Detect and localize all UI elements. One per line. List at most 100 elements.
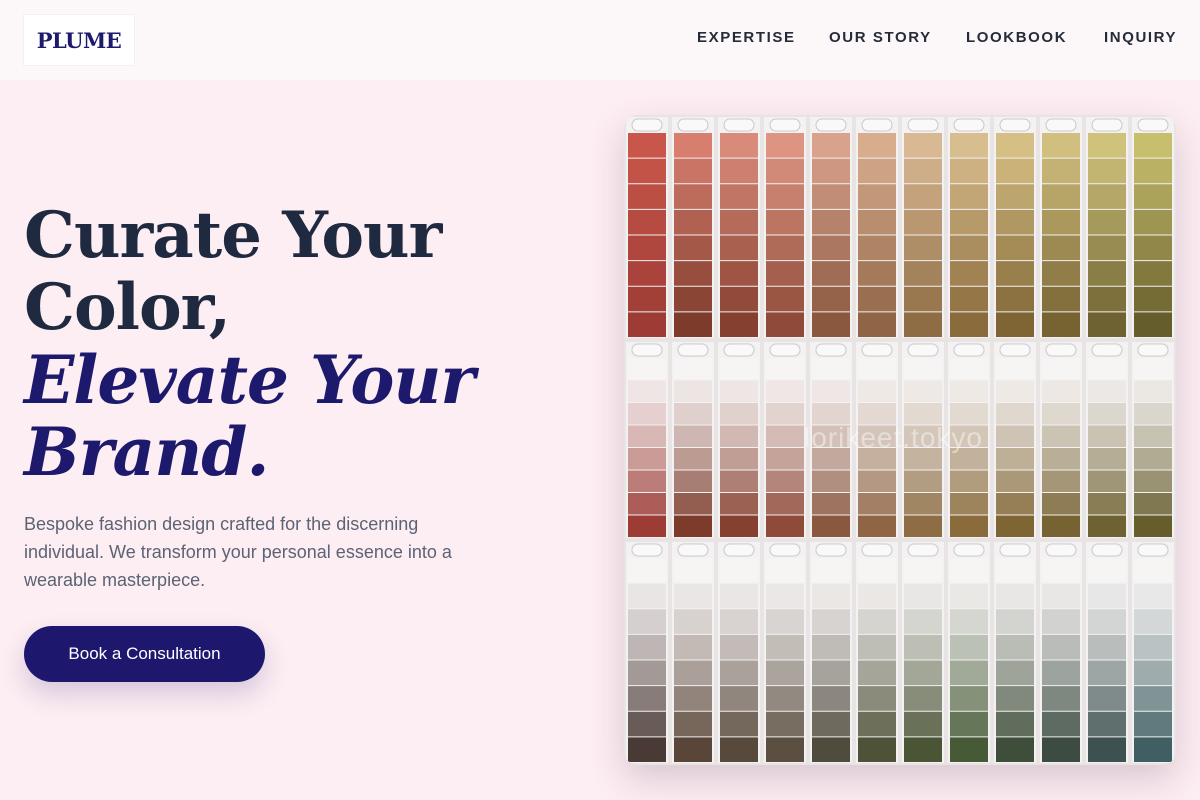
swatch-chip <box>812 660 850 686</box>
swatch-chip <box>858 261 896 286</box>
swatch-chip <box>1088 403 1126 425</box>
swatch-clip <box>907 543 939 557</box>
swatch-clip <box>723 543 755 557</box>
swatch-chip <box>766 184 804 209</box>
nav-item-expertise[interactable]: EXPERTISE <box>697 29 796 46</box>
nav-item-inquiry[interactable]: INQUIRY <box>1104 29 1177 46</box>
swatch-chip <box>1088 558 1126 583</box>
swatch-chip <box>766 286 804 312</box>
swatch-chip <box>950 737 988 762</box>
swatch-chip <box>1088 686 1126 711</box>
swatch-chip <box>674 634 712 660</box>
swatch-chip <box>674 583 712 609</box>
swatch-chip <box>950 686 988 711</box>
swatch-clip <box>861 543 893 557</box>
swatch-chip <box>766 660 804 686</box>
swatch-clip <box>769 343 801 357</box>
swatch-chip <box>996 158 1034 184</box>
swatch-chip <box>1042 380 1080 402</box>
swatch-chip <box>1088 660 1126 686</box>
swatch-chip <box>812 184 850 209</box>
swatch-clip <box>723 118 755 132</box>
swatch-chip <box>950 158 988 184</box>
swatch-chip <box>766 261 804 286</box>
swatch-chip <box>674 558 712 583</box>
swatch-chip <box>766 515 804 537</box>
main-nav: EXPERTISE OUR STORY LOOKBOOK INQUIRY <box>0 0 1200 80</box>
swatch-clip <box>1137 343 1169 357</box>
swatch-clip <box>1045 343 1077 357</box>
swatch-chip <box>858 312 896 337</box>
swatch-chip <box>628 380 666 402</box>
swatch-chip <box>1134 209 1172 235</box>
swatch-chip <box>720 737 758 762</box>
swatch-chip <box>1134 235 1172 261</box>
swatch-chip <box>996 133 1034 158</box>
swatch-chip <box>858 235 896 261</box>
swatch-chip <box>1134 133 1172 158</box>
swatch-chip <box>1088 312 1126 337</box>
swatch-chip <box>812 286 850 312</box>
swatch-chip <box>766 737 804 762</box>
swatch-chip <box>1088 209 1126 235</box>
swatch-chip <box>1042 133 1080 158</box>
swatch-clip <box>723 343 755 357</box>
swatch-chip <box>950 470 988 492</box>
swatch-chip <box>1088 711 1126 737</box>
swatch-chip <box>1042 583 1080 609</box>
swatch-chip <box>628 448 666 470</box>
swatch-chip <box>996 609 1034 634</box>
swatch-chip <box>628 425 666 447</box>
book-consultation-button[interactable]: Book a Consultation <box>24 626 265 682</box>
swatch-chip <box>1088 235 1126 261</box>
swatch-chip <box>812 133 850 158</box>
swatch-clip <box>861 343 893 357</box>
swatch-chip <box>628 634 666 660</box>
swatch-chip <box>858 583 896 609</box>
swatch-chip <box>628 133 666 158</box>
swatch-chip <box>858 209 896 235</box>
swatch-clip <box>999 543 1031 557</box>
swatch-clip <box>1091 343 1123 357</box>
swatch-chip <box>996 493 1034 515</box>
swatch-chip <box>628 286 666 312</box>
headline-italic-1: Elevate Your <box>24 341 475 419</box>
swatch-chip <box>1088 448 1126 470</box>
swatch-chip <box>1042 158 1080 184</box>
swatch-clip <box>677 543 709 557</box>
swatch-chip <box>674 209 712 235</box>
swatch-clip <box>953 543 985 557</box>
swatch-chip <box>950 209 988 235</box>
swatch-chip <box>720 133 758 158</box>
swatch-clip <box>631 118 663 132</box>
swatch-chip <box>628 403 666 425</box>
swatch-chip <box>628 312 666 337</box>
swatch-clip <box>999 343 1031 357</box>
swatch-chip <box>720 686 758 711</box>
swatch-chip <box>858 515 896 537</box>
nav-item-lookbook[interactable]: LOOKBOOK <box>966 29 1067 46</box>
swatch-chip <box>1134 686 1172 711</box>
swatch-chip <box>1134 158 1172 184</box>
swatch-chip <box>674 711 712 737</box>
swatch-chip <box>996 286 1034 312</box>
swatch-clip <box>953 343 985 357</box>
swatch-chip <box>996 448 1034 470</box>
swatch-chip <box>812 261 850 286</box>
swatch-chip <box>858 609 896 634</box>
swatch-chip <box>1088 158 1126 184</box>
swatch-chip <box>950 312 988 337</box>
swatch-chip <box>1134 312 1172 337</box>
swatch-chip <box>1134 558 1172 583</box>
swatch-clip <box>1137 118 1169 132</box>
swatch-chip <box>766 558 804 583</box>
swatch-chip <box>766 609 804 634</box>
swatch-chip <box>628 358 666 380</box>
swatch-chip <box>904 558 942 583</box>
nav-item-our-story[interactable]: OUR STORY <box>829 29 932 46</box>
swatch-chip <box>1042 261 1080 286</box>
swatch-chip <box>904 380 942 402</box>
swatch-chip <box>1134 184 1172 209</box>
swatch-chip <box>766 425 804 447</box>
swatch-chip <box>766 358 804 380</box>
